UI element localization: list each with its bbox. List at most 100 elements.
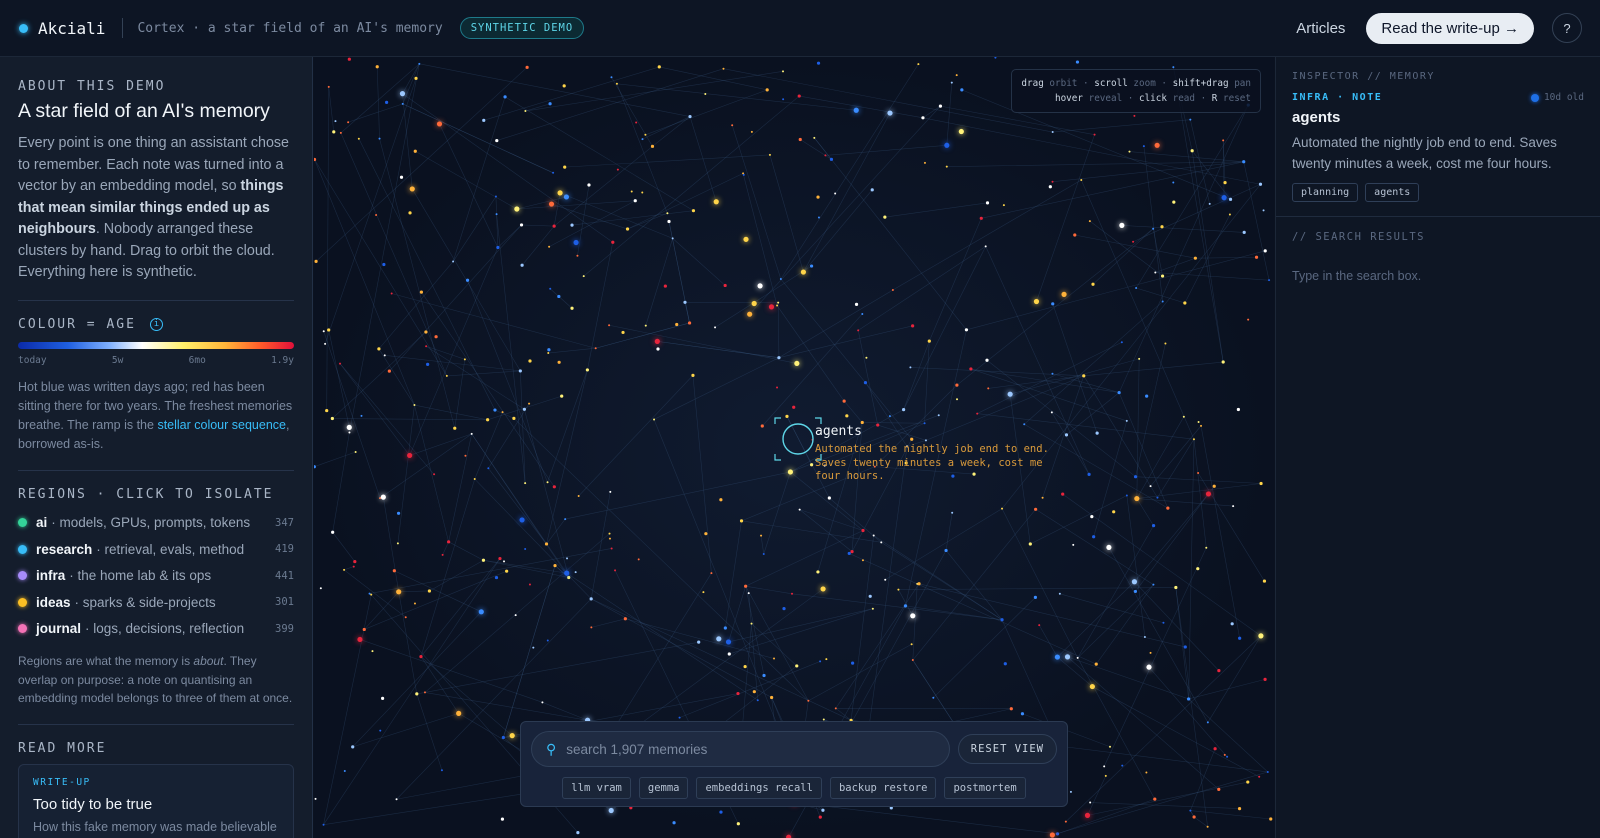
memory-star[interactable] xyxy=(1092,535,1096,539)
memory-star[interactable] xyxy=(371,650,374,653)
memory-star[interactable] xyxy=(1134,495,1140,502)
memory-star[interactable] xyxy=(524,482,527,485)
memory-star[interactable] xyxy=(979,216,983,220)
memory-star[interactable] xyxy=(853,107,859,113)
memory-star[interactable] xyxy=(382,262,386,267)
memory-star[interactable] xyxy=(375,65,379,69)
memory-star[interactable] xyxy=(377,347,381,351)
memory-star[interactable] xyxy=(375,214,378,217)
memory-star[interactable] xyxy=(1082,374,1086,378)
memory-star[interactable] xyxy=(842,399,846,403)
memory-star[interactable] xyxy=(960,88,964,92)
memory-star[interactable] xyxy=(587,183,591,187)
memory-star[interactable] xyxy=(751,300,757,307)
memory-star[interactable] xyxy=(736,691,740,696)
memory-star[interactable] xyxy=(314,259,318,263)
memory-star[interactable] xyxy=(419,290,424,294)
memory-star[interactable] xyxy=(407,452,413,459)
memory-star[interactable] xyxy=(427,589,432,593)
memory-star[interactable] xyxy=(339,362,342,365)
memory-star[interactable] xyxy=(1133,114,1136,117)
memory-star[interactable] xyxy=(976,412,979,415)
memory-star[interactable] xyxy=(1138,357,1141,360)
memory-star[interactable] xyxy=(1236,407,1240,412)
memory-star[interactable] xyxy=(314,797,317,800)
memory-star[interactable] xyxy=(1033,595,1037,599)
memory-star[interactable] xyxy=(616,168,619,171)
memory-star[interactable] xyxy=(478,609,484,615)
memory-star[interactable] xyxy=(486,418,490,422)
memory-star[interactable] xyxy=(518,369,522,373)
memory-star[interactable] xyxy=(519,223,524,227)
memory-star[interactable] xyxy=(909,366,912,369)
memory-star[interactable] xyxy=(1205,491,1212,497)
memory-star[interactable] xyxy=(782,70,785,73)
memory-star[interactable] xyxy=(714,326,717,329)
memory-star[interactable] xyxy=(777,301,780,304)
memory-star[interactable] xyxy=(590,626,593,629)
memory-star[interactable] xyxy=(1132,240,1135,243)
memory-star[interactable] xyxy=(945,165,948,168)
memory-star[interactable] xyxy=(927,339,931,343)
memory-star[interactable] xyxy=(408,211,412,215)
memory-star[interactable] xyxy=(923,161,926,164)
memory-star[interactable] xyxy=(1232,505,1235,508)
memory-star[interactable] xyxy=(1262,209,1265,212)
memory-star[interactable] xyxy=(1064,654,1071,660)
memory-star[interactable] xyxy=(512,416,516,420)
memory-star[interactable] xyxy=(360,414,363,417)
memory-star[interactable] xyxy=(1246,780,1250,784)
memory-star[interactable] xyxy=(1002,204,1005,207)
memory-star[interactable] xyxy=(1125,494,1128,497)
memory-star[interactable] xyxy=(829,157,834,161)
memory-star[interactable] xyxy=(327,85,330,88)
memory-star[interactable] xyxy=(657,65,661,69)
memory-star[interactable] xyxy=(897,588,900,591)
memory-star[interactable] xyxy=(1061,492,1065,496)
memory-star[interactable] xyxy=(399,175,404,179)
memory-star[interactable] xyxy=(727,652,731,656)
memory-star[interactable] xyxy=(1182,415,1185,418)
memory-star[interactable] xyxy=(683,300,687,304)
memory-star[interactable] xyxy=(528,402,531,405)
memory-star[interactable] xyxy=(1131,579,1138,585)
memory-star[interactable] xyxy=(1073,233,1077,237)
memory-star[interactable] xyxy=(1154,271,1157,274)
memory-star[interactable] xyxy=(562,84,566,88)
memory-star[interactable] xyxy=(368,592,371,595)
memory-star[interactable] xyxy=(851,661,855,665)
memory-star[interactable] xyxy=(1054,654,1060,660)
memory-star[interactable] xyxy=(816,61,821,65)
memory-star[interactable] xyxy=(985,201,990,205)
memory-star[interactable] xyxy=(1230,622,1234,626)
memory-star[interactable] xyxy=(704,532,708,536)
memory-star[interactable] xyxy=(719,810,723,814)
memory-star[interactable] xyxy=(917,582,921,586)
memory-star[interactable] xyxy=(752,690,756,694)
memory-star[interactable] xyxy=(1160,225,1164,229)
memory-star[interactable] xyxy=(747,311,753,317)
memory-star[interactable] xyxy=(352,565,355,568)
memory-star[interactable] xyxy=(1242,160,1246,164)
memory-star[interactable] xyxy=(637,558,640,561)
memory-star[interactable] xyxy=(1186,697,1191,701)
memory-star[interactable] xyxy=(1196,567,1200,571)
memory-star[interactable] xyxy=(325,408,329,413)
memory-star[interactable] xyxy=(776,304,779,307)
memory-star[interactable] xyxy=(380,696,385,700)
memory-star[interactable] xyxy=(736,822,740,826)
memory-star[interactable] xyxy=(969,367,973,371)
memory-star[interactable] xyxy=(891,289,894,292)
memory-star[interactable] xyxy=(564,570,570,576)
memory-star[interactable] xyxy=(955,383,959,387)
memory-star[interactable] xyxy=(553,563,557,568)
memory-star[interactable] xyxy=(1135,286,1138,289)
memory-star[interactable] xyxy=(608,532,611,535)
memory-star[interactable] xyxy=(532,646,535,649)
memory-star[interactable] xyxy=(1259,481,1263,486)
memory-star[interactable] xyxy=(1146,664,1152,670)
memory-star[interactable] xyxy=(623,617,627,621)
memory-star[interactable] xyxy=(1106,544,1112,551)
memory-star[interactable] xyxy=(834,707,837,710)
memory-star[interactable] xyxy=(1050,411,1053,414)
